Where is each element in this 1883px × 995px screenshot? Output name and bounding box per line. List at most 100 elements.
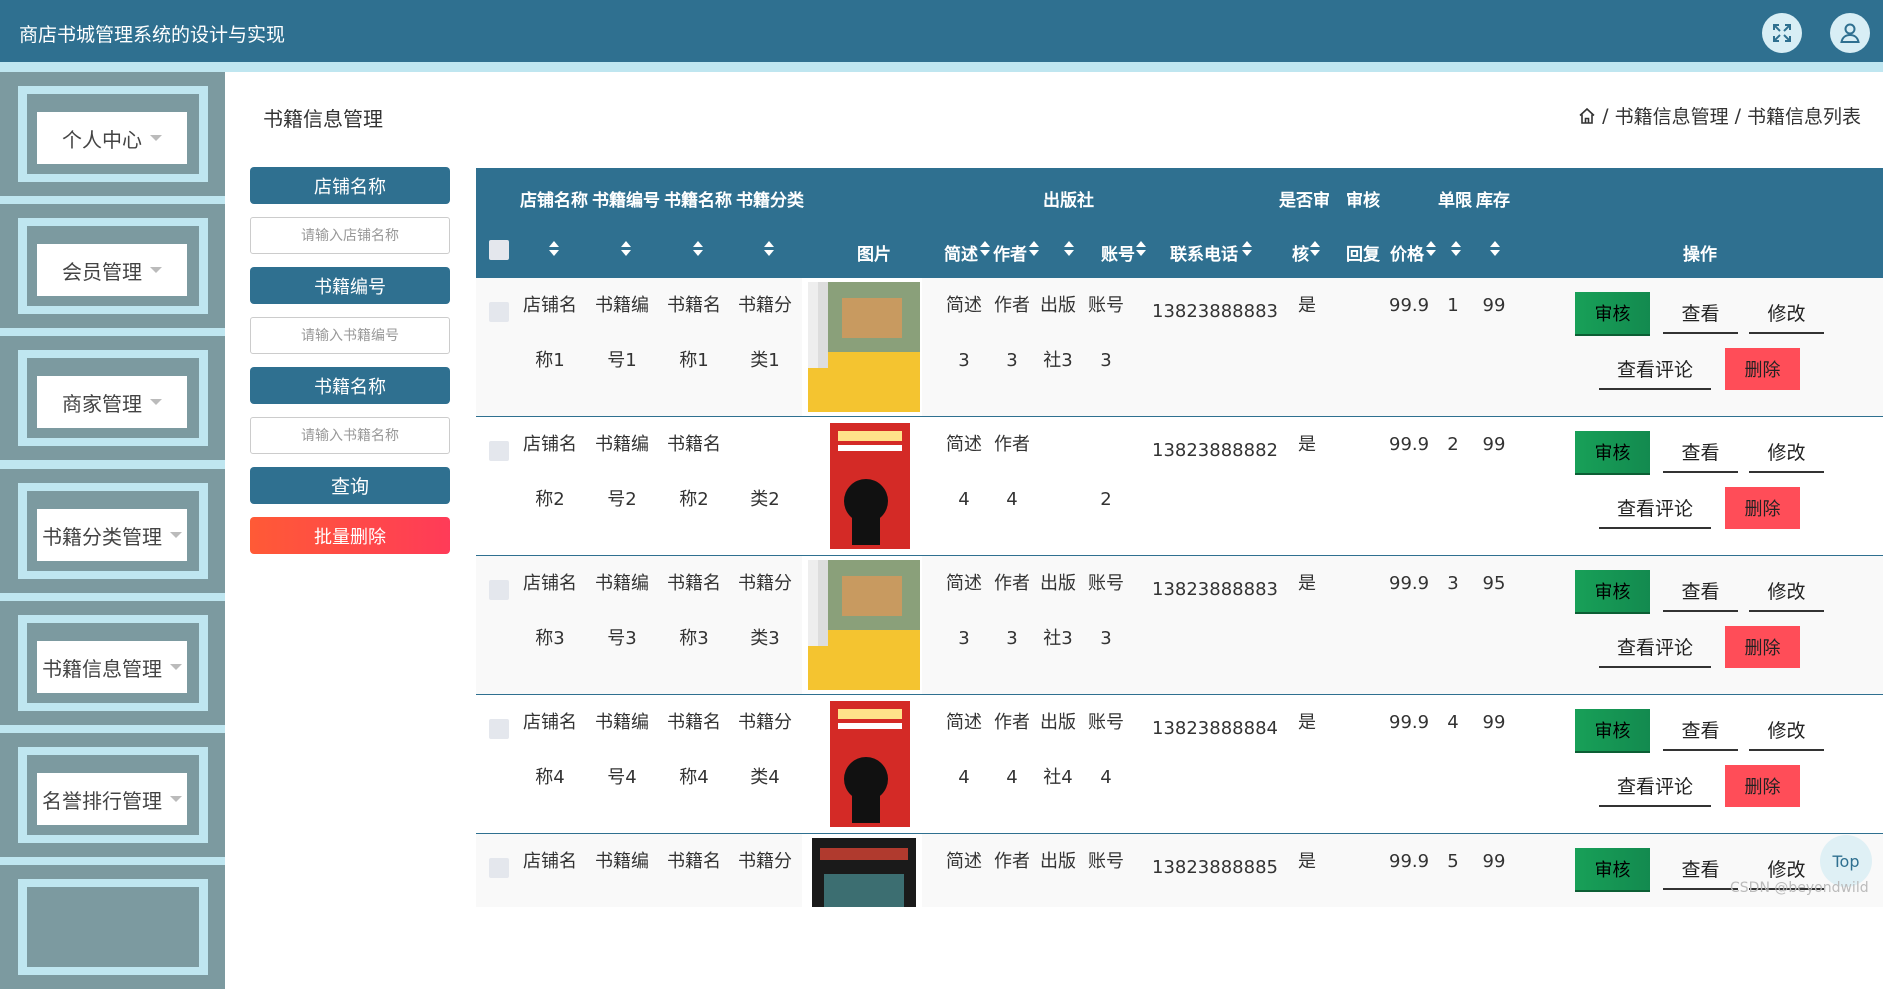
sort-icon[interactable] — [980, 241, 990, 257]
view-comments-button[interactable]: 查看评论 — [1599, 765, 1711, 807]
view-comments-button[interactable]: 查看评论 — [1599, 487, 1711, 529]
audit-button[interactable]: 审核 — [1575, 431, 1650, 473]
view-button[interactable]: 查看 — [1663, 570, 1738, 612]
select-all-checkbox[interactable] — [489, 240, 509, 260]
row-checkbox[interactable] — [489, 580, 509, 600]
cell-audit: 是 — [1298, 851, 1316, 872]
sidebar-item-personal-center[interactable]: 个人中心 — [0, 72, 225, 202]
sidebar-item-next[interactable] — [0, 865, 225, 995]
delete-button[interactable]: 删除 — [1725, 487, 1800, 529]
home-icon[interactable] — [1578, 107, 1596, 125]
fullscreen-button[interactable] — [1762, 13, 1802, 53]
cell-shop: 店铺名 — [523, 712, 577, 733]
sort-icon[interactable] — [1490, 241, 1500, 257]
sidebar-item-member-management[interactable]: 会员管理 — [0, 204, 225, 334]
cell-account-line2: 3 — [1100, 350, 1112, 371]
cell-shop-line2: 称1 — [535, 350, 565, 371]
view-comments-button[interactable]: 查看评论 — [1599, 626, 1711, 668]
sidebar-item-book-info-management[interactable]: 书籍信息管理 — [0, 601, 225, 731]
audit-button[interactable]: 审核 — [1575, 848, 1650, 890]
header-reply-bottom: 回复 — [1346, 245, 1380, 265]
sort-icon[interactable] — [1029, 241, 1039, 257]
sort-icon[interactable] — [1064, 241, 1074, 257]
cell-shop: 店铺名 — [523, 295, 577, 316]
row-checkbox[interactable] — [489, 719, 509, 739]
cell-code-line2: 号2 — [607, 489, 637, 510]
audit-button[interactable]: 审核 — [1575, 292, 1650, 334]
caret-down-icon — [170, 532, 182, 538]
sort-icon[interactable] — [1310, 241, 1320, 257]
cell-audit: 是 — [1298, 712, 1316, 733]
edit-button[interactable]: 修改 — [1749, 431, 1824, 473]
cell-stock: 99 — [1482, 295, 1506, 316]
cell-stock: 99 — [1482, 851, 1506, 872]
cell-name: 书籍名 — [667, 573, 721, 594]
sidebar-item-label: 个人中心 — [37, 112, 187, 164]
cell-limit: 3 — [1447, 573, 1459, 594]
breadcrumb-item-book-info[interactable]: 书籍信息管理 — [1615, 102, 1729, 129]
book-cover[interactable] — [802, 695, 922, 833]
header-audit-bottom: 核 — [1292, 245, 1309, 265]
header-desc: 简述 — [944, 245, 978, 265]
sort-icon[interactable] — [621, 241, 631, 257]
delete-button[interactable]: 删除 — [1725, 348, 1800, 390]
audit-button[interactable]: 审核 — [1575, 570, 1650, 612]
view-button[interactable]: 查看 — [1663, 292, 1738, 334]
user-button[interactable] — [1830, 13, 1870, 53]
cell-price: 99.9 — [1389, 712, 1430, 733]
view-button[interactable]: 查看 — [1663, 848, 1738, 890]
book-code-input[interactable] — [250, 317, 450, 354]
table-row: 店铺名 称3 书籍编 号3 书籍名 称3 书籍分 类3 简述 3 作者 3 出版 社3 账号 3 1382388… — [476, 556, 1883, 695]
sort-icon[interactable] — [549, 241, 559, 257]
delete-button[interactable]: 删除 — [1725, 765, 1800, 807]
table-row: 店铺名 称4 书籍编 号4 书籍名 称4 书籍分 类4 简述 4 作者 4 出版 社4 账号 4 1382388… — [476, 695, 1883, 834]
book-name-label: 书籍名称 — [250, 367, 450, 404]
book-cover[interactable] — [802, 834, 922, 907]
sidebar-item-merchant-management[interactable]: 商家管理 — [0, 336, 225, 466]
sidebar-item-reputation-ranking[interactable]: 名誉排行管理 — [0, 733, 225, 863]
view-button[interactable]: 查看 — [1663, 709, 1738, 751]
cell-category: 书籍分 — [738, 573, 792, 594]
sort-icon[interactable] — [1426, 241, 1436, 257]
edit-button[interactable]: 修改 — [1749, 292, 1824, 334]
book-name-input[interactable] — [250, 417, 450, 454]
sort-icon[interactable] — [1451, 241, 1461, 257]
edit-button[interactable]: 修改 — [1749, 709, 1824, 751]
row-checkbox[interactable] — [489, 441, 509, 461]
header-author: 作者 — [993, 245, 1027, 265]
top-bar: 商店书城管理系统的设计与实现 — [0, 0, 1883, 72]
batch-delete-button[interactable]: 批量删除 — [250, 517, 450, 554]
cell-account: 账号 — [1088, 851, 1124, 872]
sidebar-item-label: 书籍分类管理 — [37, 509, 187, 561]
cell-limit: 2 — [1447, 434, 1459, 455]
book-cover[interactable] — [802, 417, 922, 555]
user-icon — [1840, 23, 1860, 43]
sort-icon[interactable] — [764, 241, 774, 257]
view-comments-button[interactable]: 查看评论 — [1599, 348, 1711, 390]
cell-publisher: 出版 — [1040, 712, 1076, 733]
sort-icon[interactable] — [693, 241, 703, 257]
cell-code-line2: 号1 — [607, 350, 637, 371]
audit-button[interactable]: 审核 — [1575, 709, 1650, 751]
delete-button[interactable]: 删除 — [1725, 626, 1800, 668]
cell-code-line2: 号4 — [607, 767, 637, 788]
sidebar-item-book-category-management[interactable]: 书籍分类管理 — [0, 469, 225, 599]
book-cover-image — [802, 834, 922, 907]
cell-account-line2: 4 — [1100, 767, 1112, 788]
view-button[interactable]: 查看 — [1663, 431, 1738, 473]
row-checkbox[interactable] — [489, 302, 509, 322]
cell-desc-line2: 4 — [958, 489, 970, 510]
edit-button[interactable]: 修改 — [1749, 570, 1824, 612]
book-cover[interactable] — [802, 278, 922, 416]
sort-icon[interactable] — [1242, 241, 1252, 257]
cell-publisher: 出版 — [1040, 295, 1076, 316]
cell-limit: 5 — [1447, 851, 1459, 872]
book-cover[interactable] — [802, 556, 922, 694]
header-phone: 联系电话 — [1170, 245, 1238, 265]
query-button[interactable]: 查询 — [250, 467, 450, 504]
cell-shop: 店铺名 — [523, 434, 577, 455]
cell-name-line2: 称4 — [679, 767, 709, 788]
shop-name-input[interactable] — [250, 217, 450, 254]
row-checkbox[interactable] — [489, 858, 509, 878]
sort-icon[interactable] — [1136, 241, 1146, 257]
